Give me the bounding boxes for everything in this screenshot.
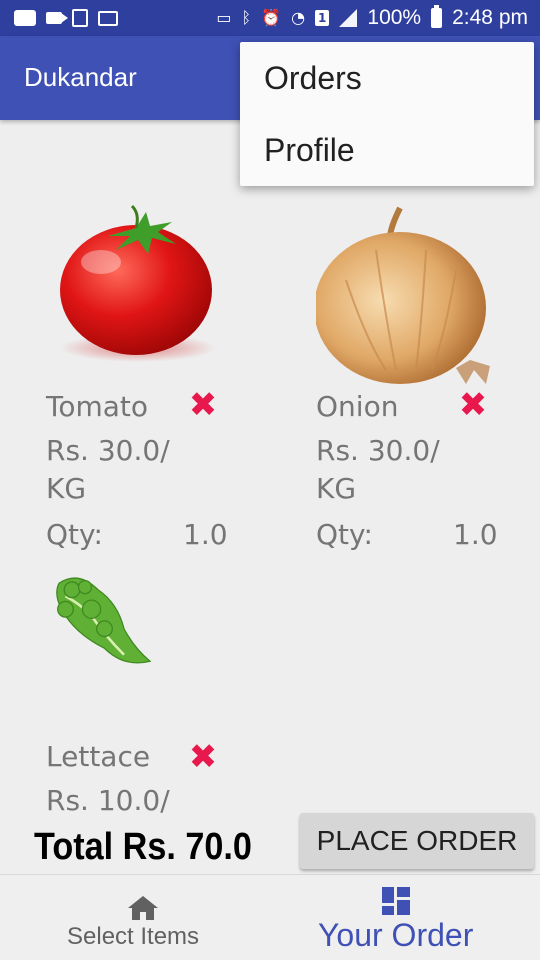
- onion-image: [316, 206, 490, 384]
- product-card-onion: Onion ✖ Rs. 30.0/ KG Qty: 1.0: [316, 200, 540, 560]
- system-icons: ▭ ᛒ ⏰ ◔ 1 100% 2:48 pm: [216, 5, 528, 30]
- app-title: Dukandar: [24, 62, 137, 92]
- product-price: Rs. 30.0/ KG: [46, 434, 170, 505]
- nav-select-items[interactable]: Select Items: [0, 875, 270, 960]
- qty-value: 1.0: [183, 518, 228, 551]
- place-order-button[interactable]: PLACE ORDER: [300, 813, 534, 869]
- product-name: Tomato: [46, 390, 149, 423]
- qty-value: 1.0: [453, 518, 498, 551]
- qty-label: Qty:: [46, 518, 103, 551]
- lettuce-image: [56, 577, 152, 664]
- product-card-tomato: Tomato ✖ Rs. 30.0/ KG Qty: 1.0: [46, 200, 276, 560]
- battery-percent: 100%: [367, 6, 422, 29]
- dashboard-icon: [382, 887, 410, 915]
- overflow-menu: Orders Profile: [240, 42, 534, 186]
- signal-icon: [339, 9, 358, 27]
- remove-icon[interactable]: ✖: [186, 388, 220, 422]
- product-name: Lettace: [46, 740, 151, 773]
- product-card-lettace: Lettace ✖ Rs. 10.0/: [46, 568, 276, 818]
- cast-icon: ▭: [216, 8, 232, 27]
- sim-badge: 1: [315, 10, 330, 26]
- bluetooth-icon: ᛒ: [241, 8, 252, 27]
- home-icon: [128, 896, 158, 920]
- clock: 2:48 pm: [452, 6, 528, 29]
- tomato-image: [60, 204, 216, 362]
- battery-icon: [431, 5, 443, 28]
- menu-item-orders[interactable]: Orders: [240, 42, 534, 114]
- notification-icons: [14, 9, 118, 27]
- gmail-icon: [98, 10, 118, 26]
- clipboard-icon: [72, 9, 88, 27]
- product-price: Rs. 30.0/ KG: [316, 434, 440, 505]
- menu-item-profile[interactable]: Profile: [240, 114, 534, 186]
- remove-icon[interactable]: ✖: [456, 388, 490, 422]
- alarm-icon: ⏰: [261, 8, 282, 27]
- nav-your-order[interactable]: Your Order: [270, 875, 540, 960]
- bottom-navigation: Select Items Your Order: [0, 874, 540, 960]
- video-icon: [46, 12, 68, 24]
- status-bar: ▭ ᛒ ⏰ ◔ 1 100% 2:48 pm: [0, 0, 540, 36]
- remove-icon[interactable]: ✖: [186, 740, 220, 774]
- product-name: Onion: [316, 390, 399, 423]
- order-total: Total Rs. 70.0: [34, 826, 252, 868]
- product-price: Rs. 10.0/: [46, 784, 170, 817]
- nav-label: Your Order: [318, 917, 474, 953]
- message-icon: [14, 10, 36, 26]
- wifi-icon: ◔: [291, 8, 306, 27]
- qty-label: Qty:: [316, 518, 373, 551]
- nav-label: Select Items: [67, 923, 200, 950]
